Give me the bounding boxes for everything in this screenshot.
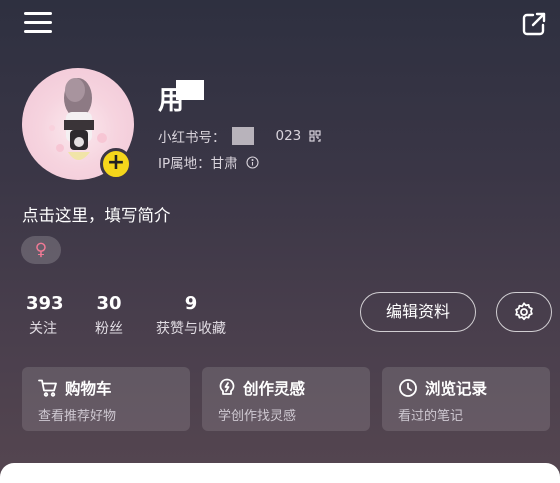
ip-value: 甘肃	[210, 156, 238, 172]
stat-likes-label: 获赞与收藏	[156, 321, 226, 337]
shopping-cart-icon	[38, 379, 57, 397]
info-icon[interactable]	[246, 155, 259, 169]
card-creative-inspiration[interactable]: 创作灵感 学创作找灵感	[202, 367, 370, 431]
edit-profile-button[interactable]: 编辑资料	[360, 292, 476, 332]
card-browsing-history[interactable]: 浏览记录 看过的笔记	[382, 367, 550, 431]
content-sheet	[0, 463, 560, 483]
clock-history-icon	[399, 379, 417, 397]
card-history-subtitle: 看过的笔记	[398, 409, 464, 424]
stat-likes-collections[interactable]: 9 获赞与收藏	[150, 293, 232, 338]
top-bar	[0, 0, 560, 52]
gender-female-icon: ♀	[21, 236, 61, 264]
stat-following[interactable]: 393 关注	[26, 293, 64, 338]
user-id-label: 小红书号：	[158, 130, 226, 146]
card-shopping-cart[interactable]: 购物车 查看推荐好物	[22, 367, 190, 431]
card-creative-title: 创作灵感	[243, 380, 306, 398]
stat-followers-value: 30	[96, 293, 122, 314]
card-history-title: 浏览记录	[425, 380, 488, 398]
ip-location-row: IP属地： 甘肃	[158, 152, 259, 172]
bio-placeholder[interactable]: 点击这里，填写简介	[22, 202, 171, 226]
stat-following-label: 关注	[29, 321, 57, 337]
share-external-icon[interactable]	[520, 10, 548, 38]
user-id-suffix: 023	[275, 128, 302, 144]
add-avatar-button[interactable]: +	[100, 148, 132, 180]
qr-code-icon[interactable]	[309, 130, 321, 142]
gear-icon	[515, 302, 533, 321]
card-shopping-cart-title: 购物车	[65, 380, 112, 398]
hamburger-menu-icon[interactable]	[24, 12, 52, 38]
card-shopping-cart-subtitle: 查看推荐好物	[38, 409, 117, 424]
lightbulb-icon	[219, 378, 235, 395]
stat-likes-value: 9	[184, 293, 198, 314]
user-id-row[interactable]: 小红书号： 023	[158, 126, 321, 146]
nickname-redaction	[176, 80, 204, 100]
settings-button[interactable]	[496, 292, 552, 332]
ip-label: IP属地：	[158, 156, 211, 172]
user-id-redaction	[231, 127, 254, 145]
card-creative-subtitle: 学创作找灵感	[218, 409, 297, 424]
stat-following-value: 393	[26, 293, 64, 314]
stat-followers-label: 粉丝	[95, 321, 123, 337]
stat-followers[interactable]: 30 粉丝	[92, 293, 126, 338]
